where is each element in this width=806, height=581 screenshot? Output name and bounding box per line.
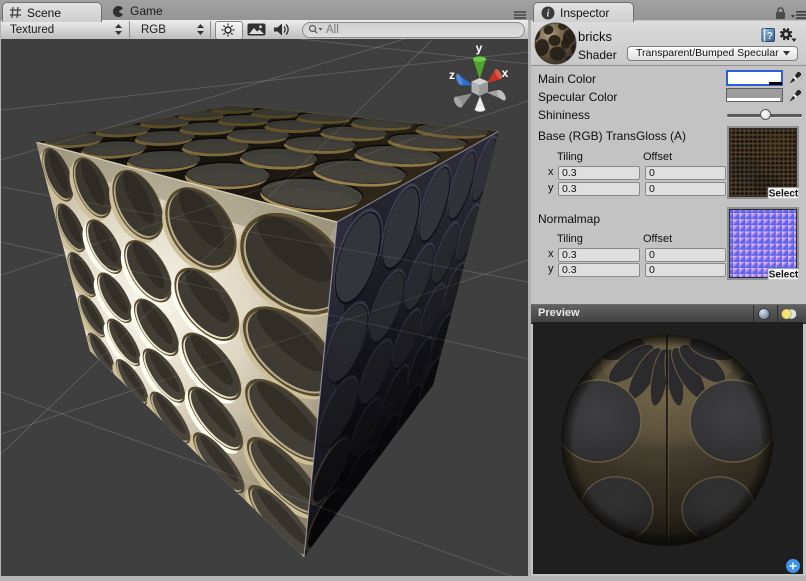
svg-text:z: z xyxy=(449,68,455,82)
svg-text:Select: Select xyxy=(769,270,799,281)
svg-text:y: y xyxy=(476,41,483,55)
svg-text:?: ? xyxy=(767,31,773,42)
svg-text:x: x xyxy=(502,66,509,80)
svg-text:Select: Select xyxy=(769,189,799,200)
svg-text:i: i xyxy=(547,8,550,19)
